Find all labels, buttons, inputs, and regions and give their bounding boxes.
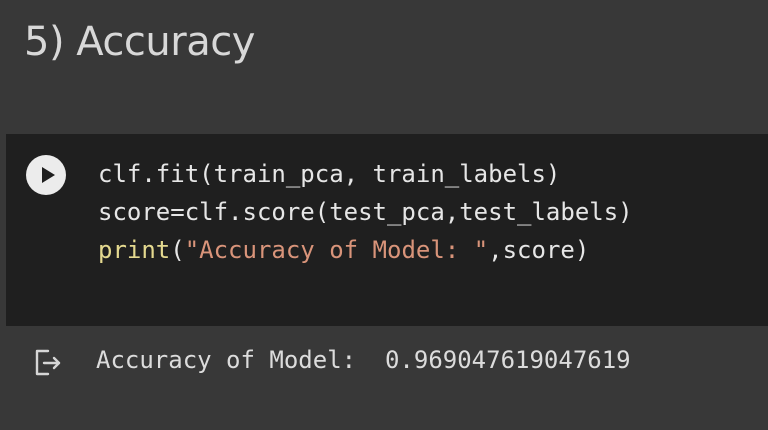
run-cell-button[interactable]: [26, 155, 66, 195]
code-line-2: score=clf.score(test_pca,test_labels): [98, 198, 633, 226]
code-line-1: clf.fit(train_pca, train_labels): [98, 160, 561, 188]
code-args: ,score): [488, 236, 590, 264]
output-arrow-icon: [35, 349, 61, 376]
cell-output: Accuracy of Model: 0.969047619047619: [96, 346, 631, 374]
builtin-print: print: [98, 236, 171, 264]
section-heading: 5) Accuracy: [24, 19, 255, 65]
play-icon: [42, 167, 55, 183]
code-paren: (: [170, 236, 185, 264]
string-literal: "Accuracy of Model: ": [184, 236, 489, 264]
code-line-3: print("Accuracy of Model: ",score): [98, 236, 589, 264]
code-editor[interactable]: clf.fit(train_pca, train_labels) score=c…: [98, 155, 633, 269]
